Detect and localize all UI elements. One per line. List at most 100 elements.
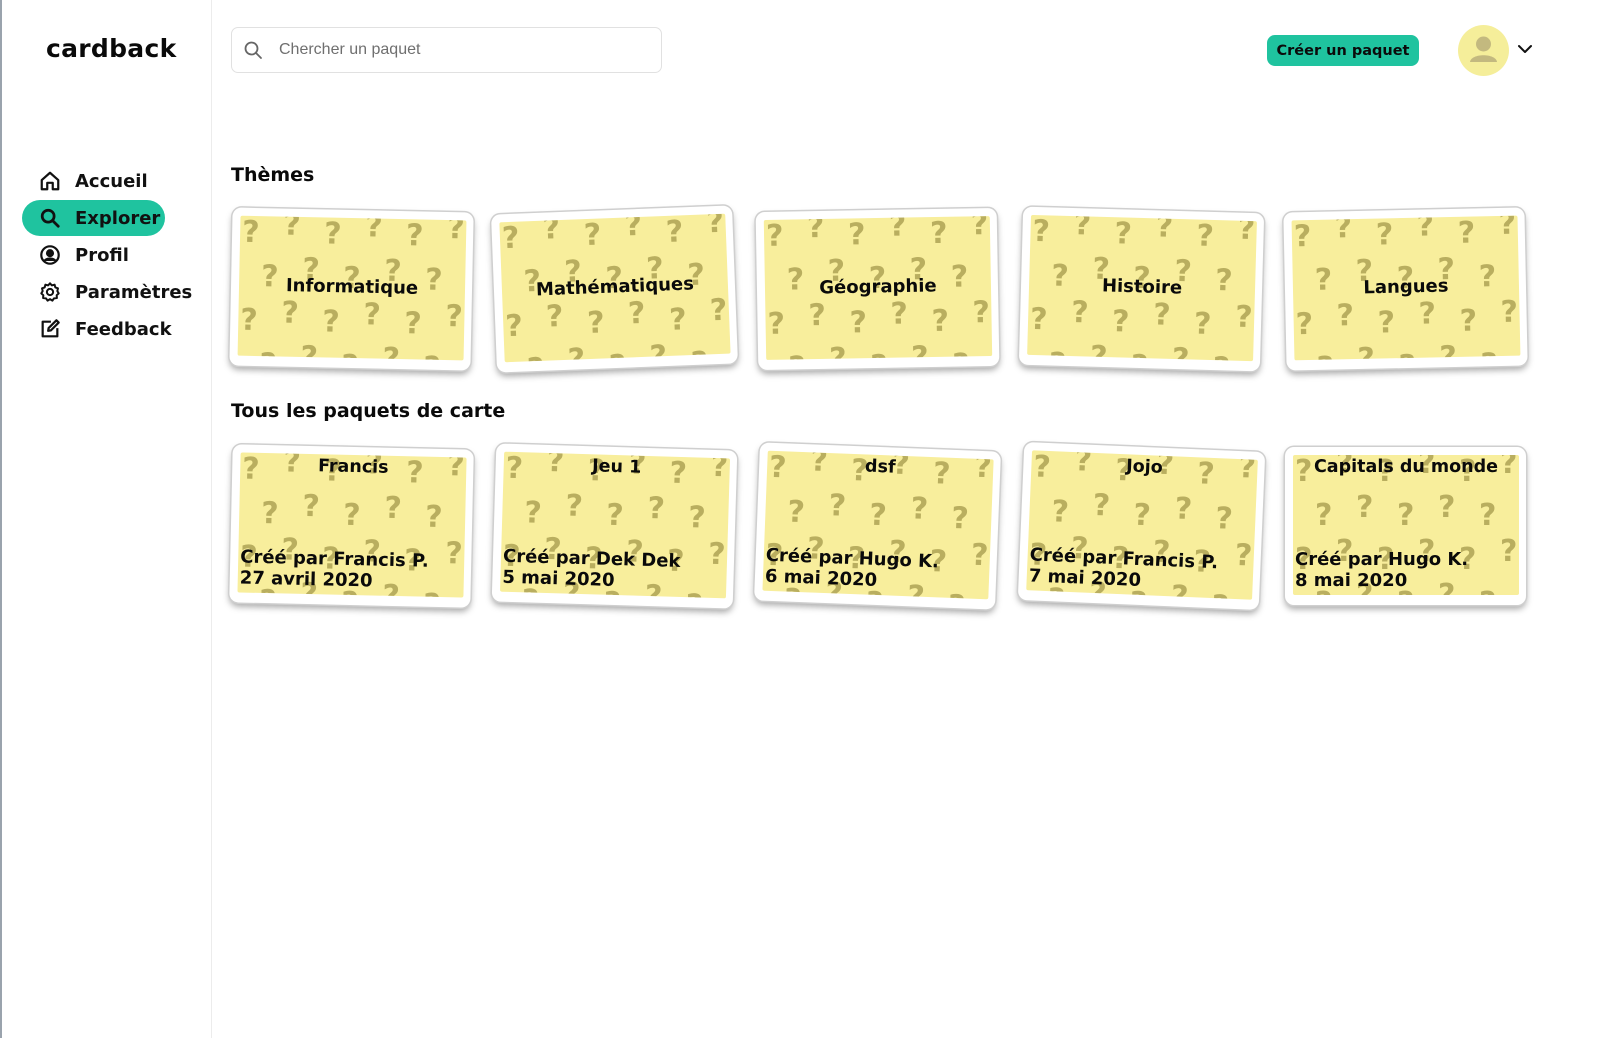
card-face: ???????????????????????? Francis Créé pa…: [237, 452, 467, 598]
question-mark-glyph: ?: [524, 495, 542, 531]
question-mark-glyph: ?: [665, 214, 684, 250]
question-mark-glyph: ?: [951, 501, 970, 537]
sidebar-item-label: Feedback: [75, 318, 172, 340]
question-mark-glyph: ?: [1256, 256, 1257, 291]
deck-meta: Créé par Francis P. 7 mai 2020: [1028, 544, 1218, 594]
question-mark-glyph: ?: [828, 488, 847, 524]
theme-card[interactable]: ???????????????????????? Mathématiques: [491, 205, 738, 373]
question-mark-glyph: ?: [947, 589, 966, 600]
question-mark-glyph: ?: [890, 296, 908, 331]
question-mark-glyph: ?: [1397, 498, 1414, 533]
create-deck-button[interactable]: Créer un paquet: [1267, 35, 1419, 66]
question-mark-glyph: ?: [606, 498, 624, 534]
question-mark-glyph: ?: [1130, 349, 1148, 361]
deck-card[interactable]: ???????????????????????? Jojo Créé par F…: [1017, 442, 1266, 610]
question-mark-glyph: ?: [1457, 216, 1475, 251]
theme-card[interactable]: ???????????????????????? Géographie: [755, 207, 1000, 371]
card-face: ???????????????????????? Informatique: [237, 215, 467, 361]
question-mark-glyph: ?: [281, 296, 299, 331]
sidebar-item-profil[interactable]: Profil: [22, 237, 202, 273]
chevron-down-icon[interactable]: [1517, 41, 1533, 57]
deck-meta: Créé par Hugo K. 6 mai 2020: [765, 545, 940, 594]
question-mark-glyph: ?: [1092, 488, 1111, 524]
question-mark-glyph: ?: [709, 293, 728, 329]
theme-card[interactable]: ???????????????????????? Langues: [1283, 207, 1528, 371]
question-mark-glyph: ?: [343, 498, 361, 533]
question-mark-glyph: ?: [240, 303, 258, 338]
deck-card[interactable]: ???????????????????????? Jeu 1 Créé par …: [491, 443, 738, 609]
sidebar-item-label: Accueil: [75, 170, 148, 192]
question-mark-glyph: ?: [1480, 347, 1498, 360]
question-mark-glyph: ?: [829, 342, 847, 360]
sidebar-item-label: Paramètres: [75, 281, 193, 303]
question-mark-glyph: ?: [1334, 216, 1352, 246]
question-mark-glyph: ?: [1479, 498, 1496, 533]
search-bar[interactable]: [231, 27, 662, 73]
question-mark-glyph: ?: [690, 345, 709, 362]
user-circle-icon: [38, 243, 62, 267]
question-mark-glyph: ?: [647, 491, 665, 527]
deck-card[interactable]: ???????????????????????? dsf Créé par Hu…: [754, 442, 1001, 610]
question-mark-glyph: ?: [545, 299, 564, 335]
sidebar-item-feedback[interactable]: Feedback: [22, 311, 202, 347]
question-mark-glyph: ?: [1500, 534, 1517, 569]
sidebar-item-explorer[interactable]: Explorer: [22, 200, 165, 236]
question-mark-glyph: ?: [464, 343, 466, 360]
question-mark-glyph: ?: [1336, 298, 1354, 333]
question-mark-glyph: ?: [669, 302, 688, 338]
user-icon: [1470, 36, 1497, 62]
question-mark-glyph: ?: [1051, 494, 1070, 530]
question-mark-glyph: ?: [1172, 342, 1190, 361]
question-mark-glyph: ?: [849, 305, 867, 340]
question-mark-glyph: ?: [1174, 491, 1193, 527]
question-mark-glyph: ?: [1316, 351, 1334, 361]
question-mark-glyph: ?: [1194, 306, 1212, 341]
question-mark-glyph: ?: [992, 494, 994, 530]
question-mark-glyph: ?: [1357, 342, 1375, 361]
deck-card[interactable]: ???????????????????????? Capitals du mon…: [1285, 447, 1526, 605]
question-mark-glyph: ?: [1498, 216, 1516, 242]
card-face: ???????????????????????? Jeu 1 Créé par …: [500, 451, 731, 599]
theme-card[interactable]: ???????????????????????? Informatique: [229, 207, 474, 371]
deck-card[interactable]: ???????????????????????? Francis Créé pa…: [229, 444, 474, 608]
question-mark-glyph: ?: [583, 217, 602, 253]
question-mark-glyph: ?: [1295, 307, 1313, 342]
question-mark-glyph: ?: [767, 307, 785, 342]
deck-date: 8 mai 2020: [1295, 570, 1408, 591]
question-mark-glyph: ?: [808, 298, 826, 333]
question-mark-glyph: ?: [931, 304, 949, 339]
question-mark-glyph: ?: [910, 491, 929, 527]
deck-date: 27 avril 2020: [239, 567, 373, 592]
question-mark-glyph: ?: [649, 339, 668, 362]
sidebar-item-accueil[interactable]: Accueil: [22, 163, 202, 199]
question-mark-glyph: ?: [1030, 302, 1048, 337]
question-mark-glyph: ?: [624, 214, 643, 244]
question-mark-glyph: ?: [526, 352, 545, 363]
question-mark-glyph: ?: [587, 305, 606, 341]
question-mark-glyph: ?: [788, 350, 806, 360]
theme-label: Géographie: [819, 275, 937, 299]
question-mark-glyph: ?: [1196, 219, 1214, 254]
question-mark-glyph: ?: [1500, 295, 1518, 330]
avatar[interactable]: [1458, 25, 1509, 76]
search-input[interactable]: [279, 41, 639, 59]
question-mark-glyph: ?: [363, 297, 381, 332]
question-mark-glyph: ?: [447, 216, 465, 247]
home-icon: [38, 169, 62, 193]
theme-card[interactable]: ???????????????????????? Histoire: [1018, 206, 1265, 372]
search-icon: [38, 206, 62, 230]
question-mark-glyph: ?: [259, 347, 277, 360]
question-mark-glyph: ?: [708, 537, 726, 573]
question-mark-glyph: ?: [1479, 586, 1496, 595]
question-mark-glyph: ?: [991, 251, 992, 286]
question-mark-glyph: ?: [322, 304, 340, 339]
question-mark-glyph: ?: [1073, 215, 1091, 243]
sidebar-item-parametres[interactable]: Paramètres: [22, 274, 202, 310]
question-mark-glyph: ?: [283, 216, 301, 243]
app-logo[interactable]: cardback: [46, 34, 177, 63]
card-face: ???????????????????????? Histoire: [1027, 214, 1257, 362]
question-mark-glyph: ?: [728, 248, 731, 284]
question-mark-glyph: ?: [1256, 495, 1258, 531]
question-mark-glyph: ?: [1032, 215, 1050, 250]
card-face: ???????????????????????? Langues: [1291, 215, 1521, 361]
